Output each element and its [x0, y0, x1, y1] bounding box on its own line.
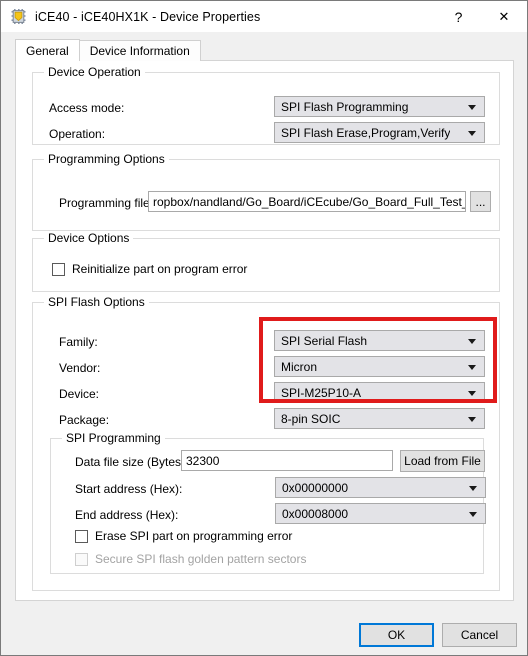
- operation-label: Operation:: [49, 127, 106, 141]
- group-device-operation-label: Device Operation: [44, 65, 145, 79]
- vendor-label: Vendor:: [59, 361, 101, 375]
- chevron-down-icon: [468, 130, 476, 136]
- reinitialize-part-label: Reinitialize part on program error: [72, 262, 248, 276]
- data-file-size-value: 32300: [186, 453, 220, 468]
- operation-value: SPI Flash Erase,Program,Verify: [281, 125, 451, 140]
- general-tab-panel: Device Operation Access mode: SPI Flash …: [15, 60, 514, 601]
- secure-golden-pattern-label: Secure SPI flash golden pattern sectors: [95, 552, 307, 566]
- package-select[interactable]: 8-pin SOIC: [274, 408, 485, 429]
- secure-golden-pattern-checkbox: Secure SPI flash golden pattern sectors: [75, 552, 306, 566]
- ok-button[interactable]: OK: [359, 623, 434, 647]
- cancel-button[interactable]: Cancel: [442, 623, 517, 647]
- group-programming-options-label: Programming Options: [44, 152, 169, 166]
- programming-file-input[interactable]: ropbox/nandland/Go_Board/iCEcube/Go_Boar…: [148, 191, 466, 212]
- browse-file-button[interactable]: ...: [470, 191, 491, 212]
- data-file-size-label: Data file size (Bytes):: [75, 455, 189, 469]
- chevron-down-icon: [468, 338, 476, 344]
- chevron-down-icon: [468, 416, 476, 422]
- close-icon[interactable]: ✕: [481, 1, 527, 32]
- tab-device-information[interactable]: Device Information: [78, 40, 201, 61]
- chevron-down-icon: [468, 104, 476, 110]
- programming-file-value: ropbox/nandland/Go_Board/iCEcube/Go_Boar…: [153, 194, 465, 209]
- end-address-value: 0x00008000: [282, 506, 349, 521]
- chevron-down-icon: [469, 511, 477, 517]
- data-file-size-input[interactable]: 32300: [181, 450, 393, 471]
- group-spi-flash-options-label: SPI Flash Options: [44, 295, 149, 309]
- group-device-options: Device Options Reinitialize part on prog…: [32, 231, 500, 292]
- chevron-down-icon: [468, 390, 476, 396]
- family-select[interactable]: SPI Serial Flash: [274, 330, 485, 351]
- vendor-value: Micron: [281, 359, 318, 374]
- family-value: SPI Serial Flash: [281, 333, 368, 348]
- window-title: iCE40 - iCE40HX1K - Device Properties: [35, 9, 261, 24]
- start-address-value: 0x00000000: [282, 480, 349, 495]
- checkbox-box: [52, 262, 65, 276]
- access-mode-select[interactable]: SPI Flash Programming: [274, 96, 485, 117]
- group-spi-programming: SPI Programming Data file size (Bytes): …: [50, 431, 486, 574]
- erase-spi-part-checkbox[interactable]: Erase SPI part on programming error: [75, 529, 292, 543]
- programming-file-label: Programming file:: [59, 196, 154, 210]
- device-properties-dialog: iCE40 - iCE40HX1K - Device Properties ? …: [0, 0, 528, 656]
- window-controls: ? ✕: [436, 1, 527, 32]
- group-programming-options: Programming Options Programming file: ro…: [32, 152, 500, 231]
- group-spi-flash-options: SPI Flash Options Family: SPI Serial Fla…: [32, 295, 500, 591]
- chevron-down-icon: [468, 364, 476, 370]
- device-select[interactable]: SPI-M25P10-A: [274, 382, 485, 403]
- chevron-down-icon: [469, 485, 477, 491]
- family-label: Family:: [59, 335, 98, 349]
- tab-strip: General Device Information: [15, 39, 514, 61]
- access-mode-value: SPI Flash Programming: [281, 99, 409, 114]
- start-address-label: Start address (Hex):: [75, 482, 183, 496]
- device-label: Device:: [59, 387, 100, 401]
- checkbox-box: [75, 552, 88, 566]
- package-value: 8-pin SOIC: [281, 411, 341, 426]
- title-bar: iCE40 - iCE40HX1K - Device Properties ? …: [1, 1, 527, 32]
- chip-icon: [10, 8, 27, 25]
- start-address-select[interactable]: 0x00000000: [275, 477, 486, 498]
- end-address-select[interactable]: 0x00008000: [275, 503, 486, 524]
- group-spi-programming-label: SPI Programming: [62, 431, 165, 445]
- load-from-file-button[interactable]: Load from File: [400, 450, 485, 472]
- group-device-options-label: Device Options: [44, 231, 134, 245]
- help-button[interactable]: ?: [436, 1, 481, 32]
- checkbox-box: [75, 529, 88, 543]
- group-device-operation: Device Operation Access mode: SPI Flash …: [32, 65, 500, 145]
- end-address-label: End address (Hex):: [75, 508, 179, 522]
- vendor-select[interactable]: Micron: [274, 356, 485, 377]
- tab-general[interactable]: General: [15, 39, 80, 61]
- reinitialize-part-checkbox[interactable]: Reinitialize part on program error: [52, 262, 247, 276]
- device-value: SPI-M25P10-A: [281, 385, 362, 400]
- operation-select[interactable]: SPI Flash Erase,Program,Verify: [274, 122, 485, 143]
- access-mode-label: Access mode:: [49, 101, 125, 115]
- package-label: Package:: [59, 413, 110, 427]
- erase-spi-part-label: Erase SPI part on programming error: [95, 529, 293, 543]
